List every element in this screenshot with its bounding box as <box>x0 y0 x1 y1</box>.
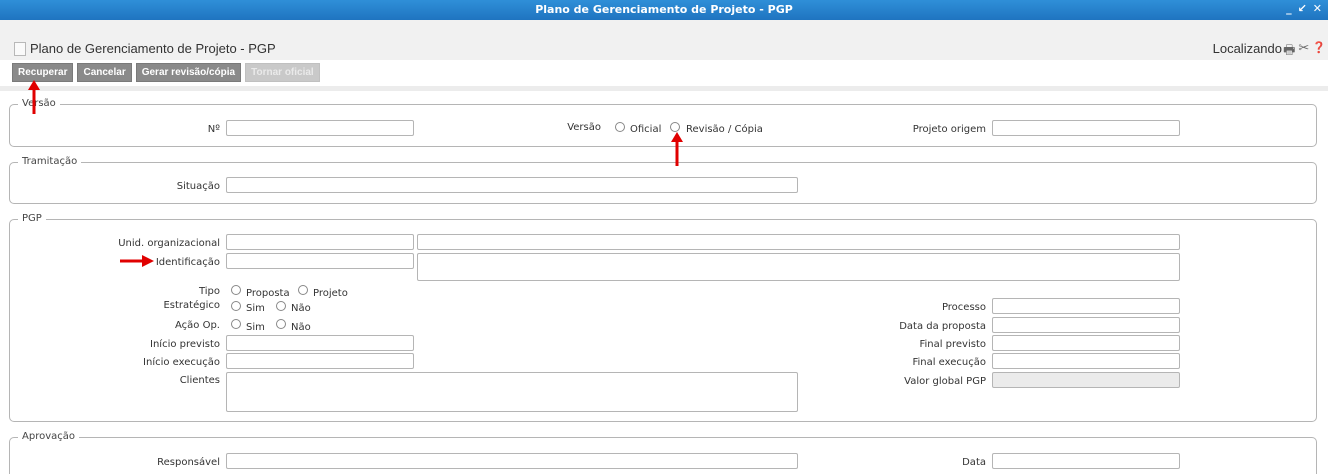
close-icon[interactable]: ✕ <box>1313 2 1322 15</box>
identificacao-desc-input[interactable] <box>417 253 1180 281</box>
page-title: Plano de Gerenciamento de Projeto - PGP <box>30 41 276 56</box>
inicio-execucao-input[interactable] <box>226 353 414 369</box>
versao-revisao-label: Revisão / Cópia <box>686 124 763 135</box>
acao-nao-label: Não <box>291 322 311 333</box>
window-titlebar: Plano de Gerenciamento de Projeto - PGP … <box>0 0 1328 20</box>
numero-label: Nº <box>207 124 220 135</box>
tipo-proposta-radio[interactable] <box>231 285 241 295</box>
data-proposta-input[interactable] <box>992 317 1180 333</box>
final-execucao-input[interactable] <box>992 353 1180 369</box>
header-icons: 🖶 ✂ ❓ <box>1283 41 1326 63</box>
gerar-revisao-button[interactable]: Gerar revisão/cópia <box>135 63 242 82</box>
unid-code-input[interactable] <box>226 234 414 250</box>
arrow-right-identificacao-icon <box>120 255 154 267</box>
final-previsto-label: Final previsto <box>919 339 986 350</box>
versao-revisao-radio[interactable] <box>670 122 680 132</box>
identificacao-input[interactable] <box>226 253 414 269</box>
document-icon <box>14 42 26 56</box>
tipo-projeto-label: Projeto <box>313 288 348 299</box>
window-controls: _ ↙ ✕ <box>1286 2 1322 15</box>
tipo-label: Tipo <box>198 286 220 297</box>
tipo-proposta-label: Proposta <box>246 288 290 299</box>
estrategico-sim-radio[interactable] <box>231 301 241 311</box>
minimize-icon[interactable]: _ <box>1286 2 1292 15</box>
numero-input[interactable] <box>226 120 414 136</box>
versao-oficial-radio[interactable] <box>615 122 625 132</box>
arrow-up-recuperar-icon <box>28 80 40 114</box>
arrow-up-revisao-icon <box>671 132 683 166</box>
restore-icon[interactable]: ↙ <box>1298 2 1307 15</box>
inicio-previsto-label: Início previsto <box>150 339 220 350</box>
tramitacao-legend: Tramitação <box>18 156 82 167</box>
valor-global-input <box>992 372 1180 388</box>
unid-name-input[interactable] <box>417 234 1180 250</box>
situacao-label: Situação <box>176 181 220 192</box>
projeto-origem-label: Projeto origem <box>912 124 986 135</box>
estrategico-sim-label: Sim <box>246 303 265 314</box>
situacao-input[interactable] <box>226 177 798 193</box>
inicio-previsto-input[interactable] <box>226 335 414 351</box>
final-previsto-input[interactable] <box>992 335 1180 351</box>
data-proposta-label: Data da proposta <box>899 321 986 332</box>
acao-nao-radio[interactable] <box>276 319 286 329</box>
status-text: Localizando <box>1212 41 1282 56</box>
estrategico-nao-label: Não <box>291 303 311 314</box>
clientes-label: Clientes <box>179 375 220 386</box>
processo-input[interactable] <box>992 298 1180 314</box>
tools-icon[interactable]: ✂ <box>1298 41 1309 63</box>
versao-label: Versão <box>567 122 601 133</box>
acao-sim-label: Sim <box>246 322 265 333</box>
toolbar: Recuperar Cancelar Gerar revisão/cópia T… <box>12 63 320 82</box>
clientes-input[interactable] <box>226 372 798 412</box>
pgp-legend: PGP <box>18 213 46 224</box>
data-input[interactable] <box>992 453 1180 469</box>
valor-global-label: Valor global PGP <box>904 376 986 387</box>
versao-oficial-label: Oficial <box>630 124 662 135</box>
aprovacao-legend: Aprovação <box>18 431 79 442</box>
tornar-oficial-button[interactable]: Tornar oficial <box>245 63 320 82</box>
window-title: Plano de Gerenciamento de Projeto - PGP <box>535 3 793 16</box>
estrategico-label: Estratégico <box>163 300 220 311</box>
responsavel-input[interactable] <box>226 453 798 469</box>
estrategico-nao-radio[interactable] <box>276 301 286 311</box>
acao-sim-radio[interactable] <box>231 319 241 329</box>
responsavel-label: Responsável <box>157 457 220 468</box>
unid-label: Unid. organizacional <box>118 238 220 249</box>
help-icon[interactable]: ❓ <box>1312 41 1326 63</box>
final-execucao-label: Final execução <box>912 357 986 368</box>
processo-label: Processo <box>941 302 986 313</box>
print-icon[interactable]: 🖶 <box>1283 41 1295 63</box>
recuperar-button[interactable]: Recuperar <box>12 63 74 82</box>
inicio-execucao-label: Início execução <box>143 357 220 368</box>
data-label: Data <box>962 457 986 468</box>
content-separator <box>0 86 1328 91</box>
tipo-projeto-radio[interactable] <box>298 285 308 295</box>
cancelar-button[interactable]: Cancelar <box>77 63 132 82</box>
acao-label: Ação Op. <box>175 320 220 331</box>
projeto-origem-input[interactable] <box>992 120 1180 136</box>
